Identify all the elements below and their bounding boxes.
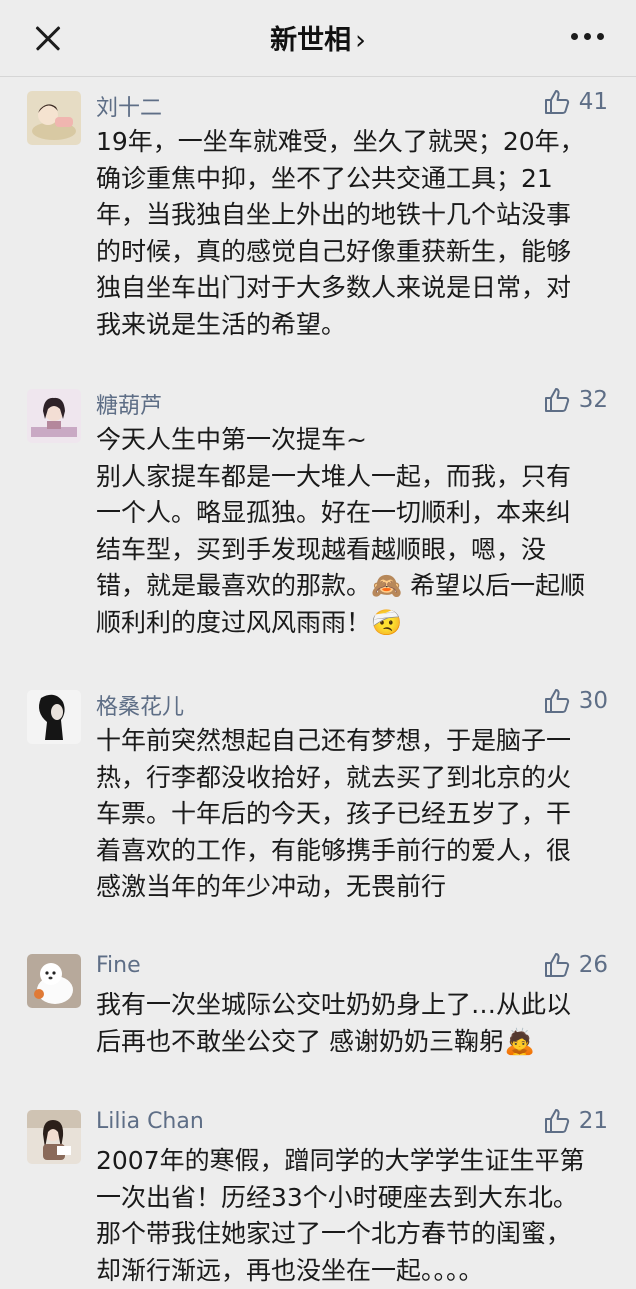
thumbs-up-icon [543,88,571,116]
comment-line: 我来说是生活的希望。 [96,307,606,344]
comment-line: 独自坐车出门对于大多数人来说是日常，对 [96,270,606,307]
thumbs-up-icon [543,687,571,715]
commenter-name: 糖葫芦 [96,388,162,420]
comment-line: 着喜欢的工作，有能够携手前行的爱人，很 [96,833,606,870]
comment-line: 19年，一坐车就难受，坐久了就哭；20年， [96,124,606,161]
comment-line: 后再也不敢坐公交了 感谢奶奶三鞠躬🙇 [96,1024,606,1061]
comment-line: 年，当我独自坐上外出的地铁十几个站没事 [96,197,606,234]
comment-text: 十年前突然想起自己还有梦想，于是脑子一 热，行李都没收拾好，就去买了到北京的火 … [96,723,606,906]
like-count: 41 [579,89,608,115]
comment-line: 确诊重焦中抑，坐不了公共交通工具；21 [96,161,606,198]
comment-line: 热，行李都没收拾好，就去买了到北京的火 [96,760,606,797]
comment-text: 19年，一坐车就难受，坐久了就哭；20年， 确诊重焦中抑，坐不了公共交通工具；2… [96,124,606,343]
comment-line: 2007年的寒假，蹭同学的大学学生证生平第 [96,1143,606,1180]
like-button[interactable]: 30 [543,687,608,715]
comment-line: 十年前突然想起自己还有梦想，于是脑子一 [96,723,606,760]
page-title[interactable]: 新世相› [0,18,636,57]
more-options-icon[interactable] [571,33,605,43]
comment-text: 2007年的寒假，蹭同学的大学学生证生平第 一次出省！历经33个小时硬座去到大东… [96,1143,606,1289]
chevron-right-icon: › [355,25,366,56]
commenter-name: 刘十二 [96,90,162,122]
comment-item: 刘十二 41 19年，一坐车就难受，坐久了就哭；20年， 确诊重焦中抑，坐不了公… [0,88,636,368]
like-button[interactable]: 21 [543,1107,608,1135]
commenter-name: Lilia Chan [96,1109,204,1134]
comment-line: 今天人生中第一次提车~ [96,422,606,459]
like-count: 32 [579,387,608,413]
thumbs-up-icon [543,386,571,414]
thumbs-up-icon [543,1107,571,1135]
like-count: 30 [579,688,608,714]
comment-item: Fine 26 我有一次坐城际公交吐奶奶身上了…从此以 后再也不敢坐公交了 感谢… [0,951,636,1071]
account-name: 新世相 [270,25,351,56]
comment-line: 结车型，买到手发现越看越顺眼，嗯，没 [96,532,606,569]
comment-line: 却渐行渐远，再也没坐在一起。。。。 [96,1253,606,1289]
comment-line: 感激当年的年少冲动，无畏前行 [96,869,606,906]
thumbs-up-icon [543,951,571,979]
comment-text: 今天人生中第一次提车~ 别人家提车都是一大堆人一起，而我，只有 一个人。略显孤独… [96,422,606,641]
avatar[interactable] [27,954,81,1008]
like-count: 26 [579,952,608,978]
comment-item: 格桑花儿 30 十年前突然想起自己还有梦想，于是脑子一 热，行李都没收拾好，就去… [0,687,636,907]
top-bar: 新世相› [0,0,636,77]
avatar[interactable] [27,91,81,145]
comment-line: 顺利利的度过风风雨雨！🤕 [96,605,606,642]
comment-line: 的时候，真的感觉自己好像重获新生，能够 [96,234,606,271]
comment-line: 那个带我住她家过了一个北方春节的闺蜜， [96,1216,606,1253]
comment-line: 一次出省！历经33个小时硬座去到大东北。 [96,1180,606,1217]
comment-line: 错，就是最喜欢的那款。🙈 希望以后一起顺 [96,568,606,605]
avatar[interactable] [27,389,81,443]
comment-line: 一个人。略显孤独。好在一切顺利，本来纠 [96,495,606,532]
comment-line: 我有一次坐城际公交吐奶奶身上了…从此以 [96,987,606,1024]
comment-item: Lilia Chan 21 2007年的寒假，蹭同学的大学学生证生平第 一次出省… [0,1107,636,1280]
comment-text: 我有一次坐城际公交吐奶奶身上了…从此以 后再也不敢坐公交了 感谢奶奶三鞠躬🙇 [96,987,606,1060]
like-button[interactable]: 41 [543,88,608,116]
like-count: 21 [579,1108,608,1134]
like-button[interactable]: 32 [543,386,608,414]
comment-line: 车票。十年后的今天，孩子已经五岁了，干 [96,796,606,833]
commenter-name: Fine [96,953,141,978]
avatar[interactable] [27,690,81,744]
like-button[interactable]: 26 [543,951,608,979]
avatar[interactable] [27,1110,81,1164]
comment-item: 糖葫芦 32 今天人生中第一次提车~ 别人家提车都是一大堆人一起，而我，只有 一… [0,386,636,646]
comment-line: 别人家提车都是一大堆人一起，而我，只有 [96,459,606,496]
commenter-name: 格桑花儿 [96,689,184,721]
